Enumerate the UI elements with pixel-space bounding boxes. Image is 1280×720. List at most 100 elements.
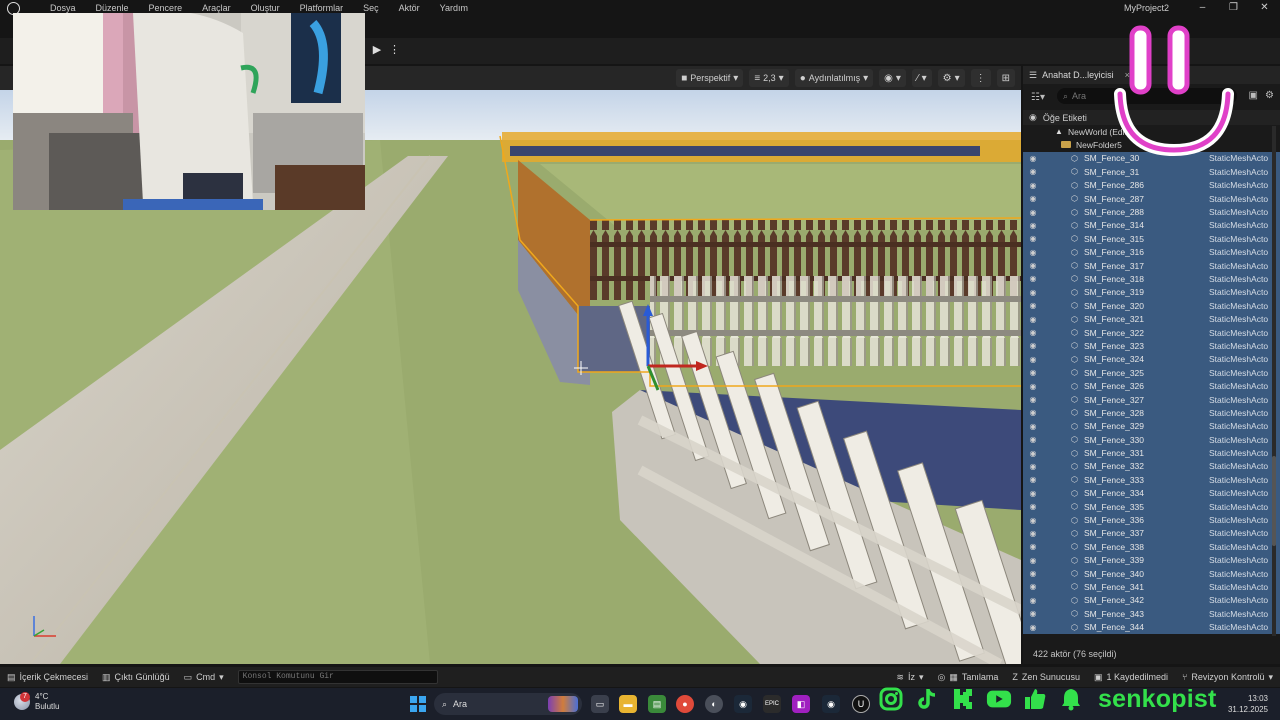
- eye-icon[interactable]: ◉: [1026, 288, 1040, 297]
- eye-icon[interactable]: ◉: [1026, 489, 1040, 498]
- eye-icon[interactable]: ◉: [1026, 462, 1040, 471]
- eye-icon[interactable]: ◉: [1026, 382, 1040, 391]
- eye-icon[interactable]: ◉: [1026, 569, 1040, 578]
- camera-speed-dropdown[interactable]: ≡ 2,3 ▾: [749, 69, 789, 87]
- outliner-row[interactable]: ◉ ⬡ SM_Fence_314 StaticMeshActo: [1023, 218, 1280, 233]
- eye-icon[interactable]: ◉: [1026, 623, 1040, 632]
- eye-icon[interactable]: ◉: [1026, 368, 1040, 377]
- eye-icon[interactable]: ◉: [1026, 529, 1040, 538]
- outliner-row[interactable]: ◉ ⬡ SM_Fence_326 StaticMeshActo: [1023, 379, 1280, 393]
- outliner-row[interactable]: ◉ ⬡ SM_Fence_288 StaticMeshActo: [1023, 205, 1280, 219]
- maximize-button[interactable]: ❐: [1218, 0, 1249, 16]
- eye-icon[interactable]: ◉: [1026, 315, 1040, 324]
- github-icon[interactable]: ◐: [705, 695, 723, 713]
- outliner-row[interactable]: ◉ ⬡ SM_Fence_341 StaticMeshActo: [1023, 580, 1280, 594]
- steam-icon[interactable]: ◉: [734, 695, 752, 713]
- unreal-engine-icon[interactable]: U: [852, 695, 870, 713]
- eye-icon[interactable]: ◉: [1026, 395, 1040, 404]
- eye-icon[interactable]: ◉: [1026, 542, 1040, 551]
- content-drawer-button[interactable]: ▤ İçerik Çekmecesi: [0, 667, 95, 687]
- revision-control-dropdown[interactable]: ⑂ Revizyon Kontrolü ▾: [1175, 667, 1280, 687]
- eye-icon[interactable]: ◉: [1026, 221, 1040, 230]
- eye-icon[interactable]: ◉: [1026, 167, 1040, 176]
- outliner-row[interactable]: ◉ ⬡ SM_Fence_335 StaticMeshActo: [1023, 499, 1280, 514]
- derived-data-button[interactable]: ◎ ▦ Tanılama: [931, 667, 1006, 687]
- taskbar-search[interactable]: ⌕ Ara: [434, 693, 582, 715]
- eye-icon[interactable]: ◉: [1026, 609, 1040, 618]
- eye-icon[interactable]: ◉: [1026, 408, 1040, 417]
- output-log-button[interactable]: ▥ Çıktı Günlüğü: [95, 667, 177, 687]
- eye-icon[interactable]: ◉: [1026, 475, 1040, 484]
- eye-icon[interactable]: ◉: [1026, 449, 1040, 458]
- viewport-layout-button[interactable]: ⊞: [996, 69, 1015, 87]
- eye-icon[interactable]: ◉: [1026, 435, 1040, 444]
- zen-server-button[interactable]: Z Zen Sunucusu: [1005, 667, 1087, 687]
- eye-icon[interactable]: ◉: [1026, 341, 1040, 350]
- outliner-row[interactable]: ◉ ⬡ SM_Fence_332 StaticMeshActo: [1023, 459, 1280, 474]
- eye-icon[interactable]: ◉: [1026, 248, 1040, 257]
- outliner-row[interactable]: ◉ ⬡ SM_Fence_317 StaticMeshActo: [1023, 258, 1280, 273]
- outliner-row[interactable]: ◉ ⬡ SM_Fence_331 StaticMeshActo: [1023, 446, 1280, 460]
- outliner-row[interactable]: ◉ ⬡ SM_Fence_323 StaticMeshActo: [1023, 339, 1280, 353]
- filter-icon[interactable]: ☷▾: [1023, 92, 1053, 103]
- outliner-row[interactable]: ◉ ⬡ SM_Fence_287 StaticMeshActo: [1023, 191, 1280, 206]
- eye-icon[interactable]: ◉: [1026, 261, 1040, 270]
- outliner-row[interactable]: ◉ ⬡ SM_Fence_342 StaticMeshActo: [1023, 593, 1280, 608]
- outliner-row[interactable]: ◉ ⬡ SM_Fence_322 StaticMeshActo: [1023, 325, 1280, 340]
- outliner-row[interactable]: ◉ ⬡ SM_Fence_321 StaticMeshActo: [1023, 312, 1280, 326]
- outliner-row[interactable]: ◉ ⬡ SM_Fence_344 StaticMeshActo: [1023, 620, 1280, 634]
- outliner-row[interactable]: ◉ ⬡ SM_Fence_324 StaticMeshActo: [1023, 352, 1280, 367]
- viewport-more-button[interactable]: ⋮: [970, 69, 991, 87]
- play-icon[interactable]: ▶: [368, 42, 386, 58]
- outliner-row[interactable]: ◉ ⬡ SM_Fence_343 StaticMeshActo: [1023, 607, 1280, 621]
- view-mode-dropdown[interactable]: ● Aydınlatılmış ▾: [794, 69, 874, 87]
- store-icon[interactable]: ▤: [648, 695, 666, 713]
- windows-start-icon[interactable]: [410, 696, 426, 712]
- eye-icon[interactable]: ◉: [1026, 516, 1040, 525]
- eye-icon[interactable]: ◉: [1026, 328, 1040, 337]
- menu-help[interactable]: Yardım: [430, 0, 478, 16]
- eye-icon[interactable]: ◉: [1026, 274, 1040, 283]
- outliner-row[interactable]: ◉ ⬡ SM_Fence_286 StaticMeshActo: [1023, 178, 1280, 192]
- viewport-settings-dropdown[interactable]: ⚙ ▾: [937, 69, 965, 87]
- steam-2-icon[interactable]: ◉: [822, 695, 840, 713]
- eye-icon[interactable]: ◉: [1026, 596, 1040, 605]
- outliner-row[interactable]: ◉ ⬡ SM_Fence_340 StaticMeshActo: [1023, 566, 1280, 581]
- eye-icon[interactable]: ◉: [1026, 154, 1040, 163]
- eye-icon[interactable]: ◉: [1026, 582, 1040, 591]
- outliner-row[interactable]: ◉ ⬡ SM_Fence_325 StaticMeshActo: [1023, 366, 1280, 380]
- outliner-row[interactable]: ◉ ⬡ SM_Fence_338 StaticMeshActo: [1023, 540, 1280, 554]
- close-button[interactable]: ✕: [1249, 0, 1280, 16]
- eye-icon[interactable]: ◉: [1026, 502, 1040, 511]
- eye-column-icon[interactable]: ◉: [1029, 112, 1037, 123]
- media-app-icon[interactable]: ◧: [792, 695, 810, 713]
- perspective-dropdown[interactable]: ■ Perspektif ▾: [676, 69, 744, 87]
- weather-widget[interactable]: 7 4°C Bulutlu: [14, 692, 59, 712]
- play-options-icon[interactable]: ⋮: [389, 42, 400, 58]
- outliner-row[interactable]: ◉ ⬡ SM_Fence_327 StaticMeshActo: [1023, 392, 1280, 407]
- taskbar-clock[interactable]: 13:03 31.12.2025: [1228, 693, 1268, 715]
- console-input[interactable]: Konsol Komutunu Gir: [237, 670, 438, 684]
- file-explorer-icon[interactable]: ▬: [619, 695, 637, 713]
- minimize-button[interactable]: –: [1187, 0, 1218, 16]
- outliner-row[interactable]: ◉ ⬡ SM_Fence_31 StaticMeshActo: [1023, 165, 1280, 179]
- outliner-row[interactable]: ◉ ⬡ SM_Fence_320 StaticMeshActo: [1023, 299, 1280, 313]
- outliner-row[interactable]: ◉ ⬡ SM_Fence_333 StaticMeshActo: [1023, 473, 1280, 487]
- unsaved-button[interactable]: ▣ 1 Kaydedilmedi: [1087, 667, 1175, 687]
- show-flags-dropdown[interactable]: ◉ ▾: [879, 69, 906, 87]
- outliner-row[interactable]: ◉ ⬡ SM_Fence_330 StaticMeshActo: [1023, 432, 1280, 447]
- gear-icon[interactable]: ⚙: [1265, 90, 1274, 101]
- outliner-row[interactable]: ◉ ⬡ SM_Fence_315 StaticMeshActo: [1023, 232, 1280, 246]
- outliner-row[interactable]: ◉ ⬡ SM_Fence_339 StaticMeshActo: [1023, 553, 1280, 567]
- outliner-row[interactable]: ◉ ⬡ SM_Fence_337 StaticMeshActo: [1023, 526, 1280, 541]
- outliner-row[interactable]: ◉ ⬡ SM_Fence_318 StaticMeshActo: [1023, 272, 1280, 286]
- eye-icon[interactable]: ◉: [1026, 208, 1040, 217]
- eye-icon[interactable]: ◉: [1026, 194, 1040, 203]
- eye-icon[interactable]: ◉: [1026, 234, 1040, 243]
- eye-icon[interactable]: ◉: [1026, 422, 1040, 431]
- menu-actor[interactable]: Aktör: [389, 0, 430, 16]
- cmd-dropdown[interactable]: ▭ Cmd ▾: [177, 667, 231, 687]
- chrome-icon[interactable]: ●: [676, 695, 694, 713]
- snapping-dropdown[interactable]: ⁄ ▾: [911, 69, 932, 87]
- task-view-icon[interactable]: ▭: [591, 695, 609, 713]
